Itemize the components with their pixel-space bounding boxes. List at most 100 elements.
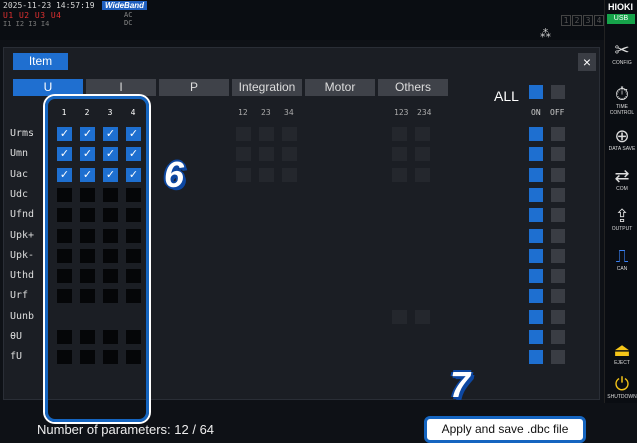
tab-p[interactable]: P bbox=[159, 79, 229, 96]
mode-badge: WideBand bbox=[102, 1, 148, 10]
channel-box-2: 2 bbox=[572, 15, 582, 26]
sidebar-item-output[interactable]: ⇪ OUTPUT bbox=[607, 206, 637, 232]
row-off-toggle[interactable] bbox=[551, 289, 565, 304]
sidebar-item-label: DATA SAVE bbox=[608, 146, 636, 152]
row-on-toggle[interactable] bbox=[529, 269, 543, 284]
row-off-toggle[interactable] bbox=[551, 228, 565, 243]
wrench-icon: ✂ bbox=[614, 40, 630, 60]
output-icon: ⇪ bbox=[614, 206, 630, 226]
sidebar-item-can[interactable]: ⎍ CAN bbox=[607, 246, 637, 272]
sidebar-item-com[interactable]: ⇄ COM bbox=[607, 166, 637, 192]
disabled-checkbox bbox=[392, 167, 407, 182]
row-off-toggle[interactable] bbox=[551, 309, 565, 324]
integration-header-12: 12 bbox=[238, 108, 248, 117]
row-on-toggle[interactable] bbox=[529, 167, 543, 182]
tab-i[interactable]: I bbox=[86, 79, 156, 96]
apply-save-dbc-button[interactable]: Apply and save .dbc file bbox=[424, 416, 586, 443]
close-button[interactable]: × bbox=[578, 53, 596, 71]
sidebar-item-label: CONFIG bbox=[612, 60, 632, 66]
off-header: OFF bbox=[550, 108, 565, 117]
checkbox-group-highlight bbox=[45, 96, 149, 422]
channel-box-4: 4 bbox=[594, 15, 604, 26]
row-off-toggle[interactable] bbox=[551, 127, 565, 141]
sidebar-item-config[interactable]: ✂ CONFIG bbox=[607, 40, 637, 66]
row-on-toggle[interactable] bbox=[529, 228, 543, 243]
disabled-checkbox bbox=[392, 309, 407, 324]
disabled-checkbox bbox=[259, 167, 274, 182]
disabled-checkbox bbox=[415, 147, 430, 162]
row-off-toggle[interactable] bbox=[551, 269, 565, 284]
disabled-checkbox bbox=[415, 127, 430, 141]
sidebar-item-label: EJECT bbox=[614, 360, 630, 366]
eject-icon: ⏏ bbox=[613, 340, 631, 360]
row-off-toggle[interactable] bbox=[551, 167, 565, 182]
row-on-toggle[interactable] bbox=[529, 248, 543, 263]
disabled-checkbox bbox=[236, 167, 251, 182]
callout-7: 7 bbox=[450, 364, 471, 405]
sidebar-item-shutdown[interactable]: ⏻ SHUTDOWN bbox=[607, 374, 637, 400]
sidebar-item-label: COM bbox=[616, 186, 628, 192]
sidebar-item-label: OUTPUT bbox=[611, 226, 633, 232]
others-header-123: 123 bbox=[394, 108, 409, 117]
disabled-checkbox bbox=[236, 127, 251, 141]
disabled-checkbox bbox=[259, 127, 274, 141]
row-on-toggle[interactable] bbox=[529, 309, 543, 324]
save-icon: ⊕ bbox=[614, 126, 630, 146]
disabled-checkbox bbox=[282, 167, 297, 182]
item-dialog: Item × U I P Integration Motor Others AL… bbox=[3, 47, 600, 443]
sidebar-item-label: CAN bbox=[616, 266, 628, 272]
channel-box-3: 3 bbox=[583, 15, 593, 26]
power-icon: ⏻ bbox=[614, 374, 630, 394]
row-off-toggle[interactable] bbox=[551, 208, 565, 223]
sidebar-item-label: TIME CONTROL bbox=[609, 104, 635, 116]
brand-logo: HIOKI bbox=[608, 2, 634, 12]
row-off-toggle[interactable] bbox=[551, 248, 565, 263]
tab-u[interactable]: U bbox=[13, 79, 83, 96]
ac-dc-indicator: AC DC bbox=[124, 11, 133, 27]
voltage-channel-indicators: U1 U2 U3 U4 bbox=[3, 11, 62, 20]
disabled-checkbox bbox=[415, 167, 430, 182]
network-icon: ⁂ bbox=[540, 27, 551, 40]
channel-box-1: 1 bbox=[561, 15, 571, 26]
usb-indicator: USB bbox=[607, 14, 635, 24]
all-off-toggle[interactable] bbox=[551, 85, 565, 99]
all-on-toggle[interactable] bbox=[529, 85, 543, 99]
disabled-checkbox bbox=[236, 147, 251, 162]
disabled-checkbox bbox=[392, 147, 407, 162]
timer-icon: ⏱ bbox=[614, 84, 630, 104]
com-icon: ⇄ bbox=[614, 166, 630, 186]
parameter-count: Number of parameters: 12 / 64 bbox=[37, 422, 215, 437]
tab-others[interactable]: Others bbox=[378, 79, 448, 96]
row-on-toggle[interactable] bbox=[529, 289, 543, 304]
row-on-toggle[interactable] bbox=[529, 187, 543, 202]
status-bar: 2025-11-23 14:57:19 WideBand U1 U2 U3 U4… bbox=[0, 0, 604, 40]
integration-header-23: 23 bbox=[261, 108, 271, 117]
others-header-234: 234 bbox=[417, 108, 432, 117]
row-on-toggle[interactable] bbox=[529, 127, 543, 141]
row-off-toggle[interactable] bbox=[551, 147, 565, 162]
row-off-toggle[interactable] bbox=[551, 187, 565, 202]
row-on-toggle[interactable] bbox=[529, 208, 543, 223]
all-label: ALL bbox=[494, 88, 519, 104]
sidebar-item-eject[interactable]: ⏏ EJECT bbox=[607, 340, 637, 366]
tab-integration[interactable]: Integration bbox=[232, 79, 302, 96]
integration-header-34: 34 bbox=[284, 108, 294, 117]
disabled-checkbox bbox=[282, 127, 297, 141]
row-on-toggle[interactable] bbox=[529, 350, 543, 365]
row-off-toggle[interactable] bbox=[551, 350, 565, 365]
sidebar-item-time-control[interactable]: ⏱ TIME CONTROL bbox=[607, 84, 637, 116]
row-off-toggle[interactable] bbox=[551, 330, 565, 344]
callout-6: 6 bbox=[164, 154, 185, 195]
row-on-toggle[interactable] bbox=[529, 147, 543, 162]
disabled-checkbox bbox=[392, 127, 407, 141]
row-on-toggle[interactable] bbox=[529, 330, 543, 344]
right-sidebar: HIOKI USB ✂ CONFIG ⏱ TIME CONTROL ⊕ DATA SAVE… bbox=[604, 0, 637, 403]
disabled-checkbox bbox=[259, 147, 274, 162]
disabled-checkbox bbox=[282, 147, 297, 162]
timestamp: 2025-11-23 14:57:19 bbox=[3, 1, 95, 10]
item-tab[interactable]: Item bbox=[13, 53, 68, 70]
disabled-checkbox bbox=[415, 309, 430, 324]
tab-motor[interactable]: Motor bbox=[305, 79, 375, 96]
sidebar-item-data-save[interactable]: ⊕ DATA SAVE bbox=[607, 126, 637, 152]
current-channel-indicators: I1 I2 I3 I4 bbox=[3, 20, 50, 28]
